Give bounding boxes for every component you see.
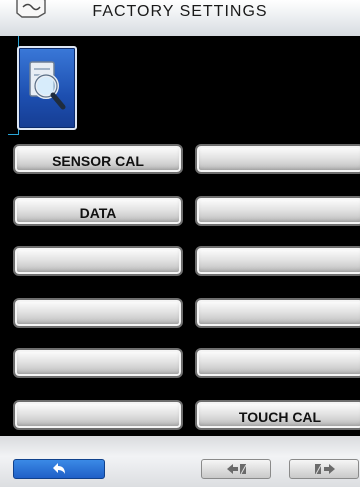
blank-button-left-4[interactable]: [13, 298, 183, 328]
blank-button-right-4[interactable]: [195, 298, 360, 328]
touch-cal-button[interactable]: TOUCH CAL: [195, 400, 360, 430]
blank-button-left-3[interactable]: [13, 246, 183, 276]
blank-button-right-5[interactable]: [195, 348, 360, 378]
blank-button-left-6[interactable]: [13, 400, 183, 430]
data-button[interactable]: DATA: [13, 196, 183, 226]
previous-page-button[interactable]: [201, 459, 271, 479]
next-page-icon: [315, 464, 335, 475]
search-icon: [29, 61, 66, 110]
blank-button-right-1[interactable]: [195, 144, 360, 174]
sensor-cal-button[interactable]: SENSOR CAL: [13, 144, 183, 174]
blank-button-right-2[interactable]: [195, 196, 360, 226]
page-title: FACTORY SETTINGS: [92, 3, 268, 20]
blank-button-left-5[interactable]: [13, 348, 183, 378]
next-page-button[interactable]: [289, 459, 359, 479]
back-button[interactable]: [13, 459, 105, 479]
previous-page-icon: [227, 464, 247, 475]
back-arrow-icon: [53, 463, 65, 474]
blank-button-right-3[interactable]: [195, 246, 360, 276]
title-bar: FACTORY SETTINGS: [0, 0, 360, 36]
search-button[interactable]: [17, 46, 77, 130]
